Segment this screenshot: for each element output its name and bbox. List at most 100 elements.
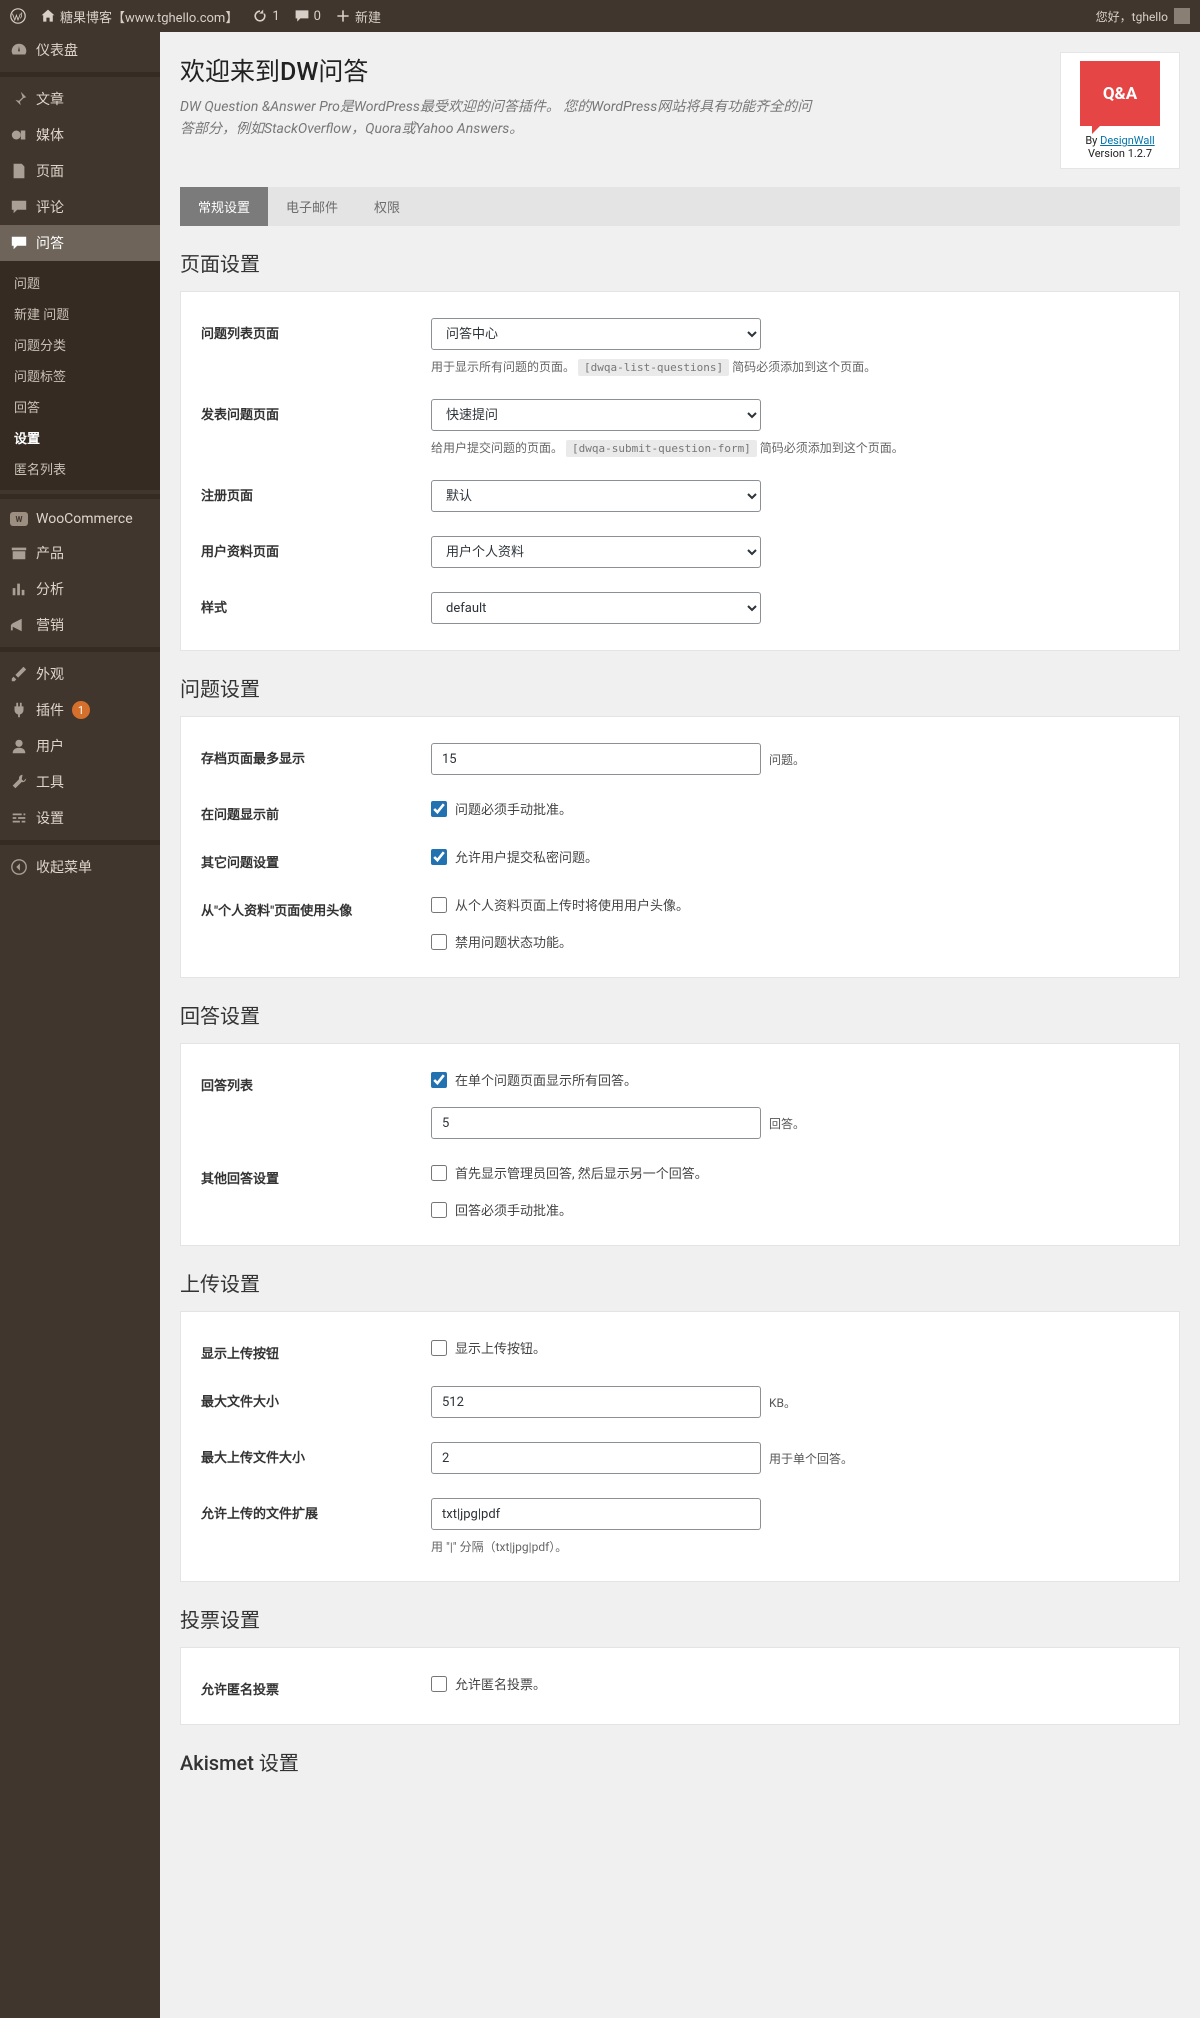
chk-disable-status[interactable] — [431, 934, 447, 950]
suffix-archive: 问题。 — [769, 751, 805, 768]
chk-anon-vote[interactable] — [431, 1676, 447, 1692]
input-archive-max[interactable] — [431, 743, 761, 775]
menu-woocommerce[interactable]: WWooCommerce — [0, 503, 160, 535]
author-link[interactable]: DesignWall — [1100, 134, 1155, 147]
comment-icon — [10, 198, 28, 216]
menu-analytics[interactable]: 分析 — [0, 571, 160, 607]
plug-icon — [10, 701, 28, 719]
tabs: 常规设置 电子邮件 权限 — [180, 187, 1180, 226]
label-question-list: 问题列表页面 — [201, 318, 431, 342]
collapse-icon — [10, 858, 28, 876]
chk-use-profile-avatar[interactable] — [431, 897, 447, 913]
label-allowed-ext: 允许上传的文件扩展 — [201, 1498, 431, 1522]
menu-collapse[interactable]: 收起菜单 — [0, 849, 160, 885]
menu-comments[interactable]: 评论 — [0, 189, 160, 225]
input-answers-per — [431, 1107, 761, 1139]
select-style[interactable]: default — [431, 592, 761, 624]
tab-general[interactable]: 常规设置 — [180, 187, 268, 226]
megaphone-icon — [10, 616, 28, 634]
wrench-icon — [10, 773, 28, 791]
menu-settings[interactable]: 设置 — [0, 800, 160, 836]
new-label: 新建 — [355, 7, 381, 26]
help-submit-page: 给用户提交问题的页面。 [dwqa-submit-question-form] … — [431, 439, 1159, 456]
sub-answers[interactable]: 回答 — [0, 391, 160, 422]
site-home[interactable]: 糖果博客【www.tghello.com】 — [40, 7, 238, 26]
input-max-upload[interactable] — [431, 1442, 761, 1474]
brush-icon — [10, 665, 28, 683]
page-icon — [10, 162, 28, 180]
input-allowed-ext[interactable] — [431, 1498, 761, 1530]
help-allowed-ext: 用 "|" 分隔（txt|jpg|pdf）。 — [431, 1538, 1159, 1555]
section-question: 问题设置 — [180, 673, 1180, 702]
menu-posts[interactable]: 文章 — [0, 81, 160, 117]
comments[interactable]: 0 — [294, 8, 321, 24]
section-akismet: Akismet 设置 — [180, 1747, 1180, 1776]
menu-users[interactable]: 用户 — [0, 728, 160, 764]
label-submit-page: 发表问题页面 — [201, 399, 431, 423]
input-max-file[interactable] — [431, 1386, 761, 1418]
page-title: 欢迎来到DW问答 — [180, 52, 1040, 88]
select-profile[interactable]: 用户个人资料 — [431, 536, 761, 568]
suffix-per-answer: 用于单个回答。 — [769, 1450, 853, 1467]
menu-plugins[interactable]: 插件1 — [0, 692, 160, 728]
tab-email[interactable]: 电子邮件 — [268, 187, 356, 226]
suffix-answers: 回答。 — [769, 1115, 805, 1132]
plugin-logo: Q&A — [1080, 61, 1160, 126]
pin-icon — [10, 90, 28, 108]
admin-sidebar: 仪表盘 文章 媒体 页面 评论 问答 问题 新建 问题 问题分类 问题标签 回答… — [0, 32, 160, 2018]
woo-icon: W — [10, 512, 28, 526]
new-content[interactable]: 新建 — [335, 7, 381, 26]
menu-tools[interactable]: 工具 — [0, 764, 160, 800]
updates[interactable]: 1 — [252, 8, 279, 24]
chk-manual-approve[interactable] — [431, 801, 447, 817]
menu-appearance[interactable]: 外观 — [0, 656, 160, 692]
sub-questions[interactable]: 问题 — [0, 267, 160, 298]
sub-question-cat[interactable]: 问题分类 — [0, 329, 160, 360]
plus-icon — [335, 8, 351, 24]
sub-anon[interactable]: 匿名列表 — [0, 453, 160, 484]
sub-question-tag[interactable]: 问题标签 — [0, 360, 160, 391]
site-name: 糖果博客【www.tghello.com】 — [60, 7, 238, 26]
select-register[interactable]: 默认 — [431, 480, 761, 512]
section-answer: 回答设置 — [180, 1000, 1180, 1029]
version: Version 1.2.7 — [1069, 147, 1171, 160]
tab-permissions[interactable]: 权限 — [356, 187, 418, 226]
chk-answer-approve[interactable] — [431, 1202, 447, 1218]
content: 欢迎来到DW问答 DW Question &Answer Pro是WordPre… — [160, 32, 1200, 2018]
section-vote: 投票设置 — [180, 1604, 1180, 1633]
sub-settings[interactable]: 设置 — [0, 422, 160, 453]
label-register: 注册页面 — [201, 480, 431, 504]
refresh-icon — [252, 8, 268, 24]
menu-qa[interactable]: 问答 — [0, 225, 160, 261]
updates-count: 1 — [272, 9, 279, 24]
chk-private-q[interactable] — [431, 849, 447, 865]
menu-pages[interactable]: 页面 — [0, 153, 160, 189]
menu-products[interactable]: 产品 — [0, 535, 160, 571]
menu-dashboard[interactable]: 仪表盘 — [0, 32, 160, 68]
submenu-qa: 问题 新建 问题 问题分类 问题标签 回答 设置 匿名列表 — [0, 261, 160, 490]
label-answer-list: 回答列表 — [201, 1070, 431, 1094]
label-profile: 用户资料页面 — [201, 536, 431, 560]
label-show-upload: 显示上传按钮 — [201, 1338, 431, 1362]
home-icon — [40, 8, 56, 24]
help-question-list: 用于显示所有问题的页面。 [dwqa-list-questions] 简码必须添… — [431, 358, 1159, 375]
chk-admin-first[interactable] — [431, 1165, 447, 1181]
select-question-list[interactable]: 问答中心 — [431, 318, 761, 350]
label-other-q: 其它问题设置 — [201, 847, 431, 871]
menu-media[interactable]: 媒体 — [0, 117, 160, 153]
label-other-a: 其他回答设置 — [201, 1163, 431, 1187]
plugins-badge: 1 — [72, 701, 90, 719]
avatar[interactable] — [1174, 8, 1190, 24]
sub-new-question[interactable]: 新建 问题 — [0, 298, 160, 329]
chat-icon — [10, 234, 28, 252]
label-style: 样式 — [201, 592, 431, 616]
menu-marketing[interactable]: 营销 — [0, 607, 160, 643]
section-page: 页面设置 — [180, 248, 1180, 277]
chk-show-all-answers[interactable] — [431, 1072, 447, 1088]
label-max-upload: 最大上传文件大小 — [201, 1442, 431, 1466]
greeting[interactable]: 您好，tghello — [1096, 8, 1168, 25]
label-before-show: 在问题显示前 — [201, 799, 431, 823]
select-submit-page[interactable]: 快速提问 — [431, 399, 761, 431]
wp-logo[interactable] — [10, 8, 26, 24]
chk-show-upload[interactable] — [431, 1340, 447, 1356]
